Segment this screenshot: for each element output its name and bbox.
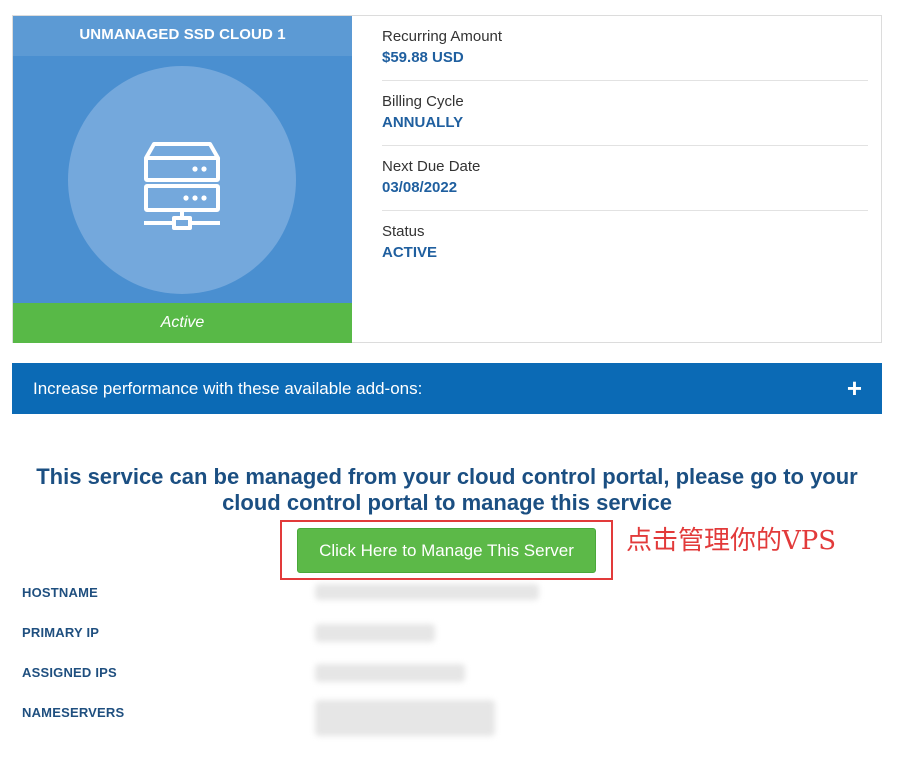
redacted-value <box>315 584 539 600</box>
info-row-recurring-amount: Recurring Amount $59.88 USD <box>382 16 868 81</box>
info-value: ACTIVE <box>382 244 438 261</box>
manage-service-message: This service can be managed from your cl… <box>36 464 858 515</box>
detail-label: NAMESERVERS <box>22 705 125 720</box>
detail-row-assigned-ips: ASSIGNED IPS <box>22 662 582 702</box>
info-row-billing-cycle: Billing Cycle ANNUALLY <box>382 81 868 146</box>
product-title: UNMANAGED SSD CLOUD 1 <box>13 16 352 56</box>
billing-info: Recurring Amount $59.88 USD Billing Cycl… <box>382 16 868 276</box>
expand-plus-icon[interactable]: + <box>847 363 862 414</box>
annotation-text: 点击管理你的VPS <box>626 526 837 556</box>
server-details: HOSTNAME PRIMARY IP ASSIGNED IPS NAMESER… <box>22 582 582 742</box>
info-label: Next Due Date <box>382 158 481 175</box>
product-panel: UNMANAGED SSD CLOUD 1 Active <box>13 16 352 343</box>
detail-row-hostname: HOSTNAME <box>22 582 582 622</box>
product-icon-circle <box>68 66 296 294</box>
info-value: 03/08/2022 <box>382 179 458 196</box>
info-value: ANNUALLY <box>382 114 464 131</box>
detail-label: ASSIGNED IPS <box>22 665 117 680</box>
info-row-next-due-date: Next Due Date 03/08/2022 <box>382 146 868 211</box>
redacted-value <box>315 624 435 642</box>
detail-row-primary-ip: PRIMARY IP <box>22 622 582 662</box>
info-label: Status <box>382 223 425 240</box>
info-row-status: Status ACTIVE <box>382 211 868 276</box>
product-card: UNMANAGED SSD CLOUD 1 Active Recurring A… <box>12 15 882 343</box>
addons-title: Increase performance with these availabl… <box>33 379 423 398</box>
info-label: Recurring Amount <box>382 28 503 45</box>
server-icon <box>144 142 220 230</box>
detail-label: HOSTNAME <box>22 585 98 600</box>
manage-server-button[interactable]: Click Here to Manage This Server <box>297 528 596 573</box>
detail-row-nameservers: NAMESERVERS <box>22 700 582 742</box>
product-status-badge: Active <box>13 303 352 343</box>
detail-label: PRIMARY IP <box>22 625 100 640</box>
info-value: $59.88 USD <box>382 49 464 66</box>
info-label: Billing Cycle <box>382 93 464 110</box>
addons-panel-header[interactable]: Increase performance with these availabl… <box>12 363 882 414</box>
redacted-value <box>315 700 495 736</box>
redacted-value <box>315 664 465 682</box>
